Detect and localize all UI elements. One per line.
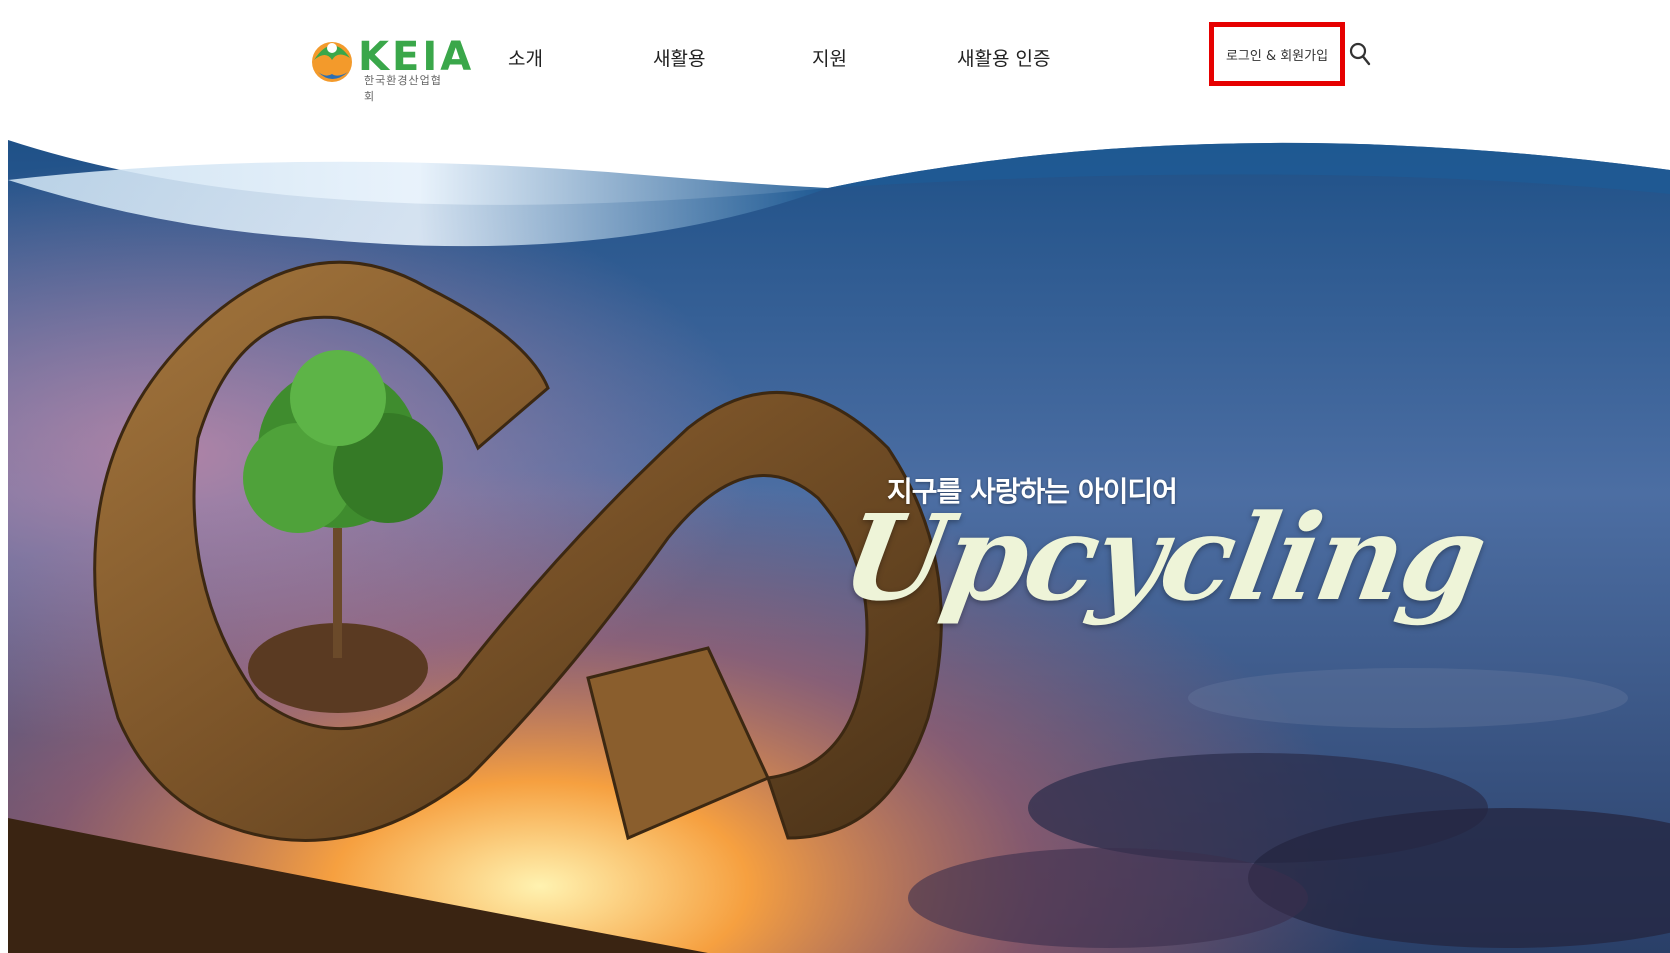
- logo-subtitle: 한국환경산업협회: [364, 74, 442, 103]
- nav-item-support[interactable]: 지원: [812, 44, 847, 71]
- nav-item-about[interactable]: 소개: [508, 44, 543, 71]
- nav-item-upcycling[interactable]: 새활용: [653, 44, 705, 71]
- hero-headline: Upcycling: [832, 488, 1495, 627]
- site-logo[interactable]: KEIA 한국환경산업협회: [308, 30, 471, 103]
- logo-emblem-icon: [312, 42, 352, 82]
- site-header: KEIA 한국환경산업협회 소개 새활용 지원 새활용 인증 로그인 & 회원가…: [0, 0, 1670, 120]
- login-signup-button[interactable]: 로그인 & 회원가입: [1209, 22, 1345, 86]
- hero-banner: 지구를 사랑하는 아이디어 Upcycling: [8, 118, 1670, 953]
- nav-item-certification[interactable]: 새활용 인증: [957, 44, 1050, 71]
- search-icon[interactable]: [1349, 42, 1371, 66]
